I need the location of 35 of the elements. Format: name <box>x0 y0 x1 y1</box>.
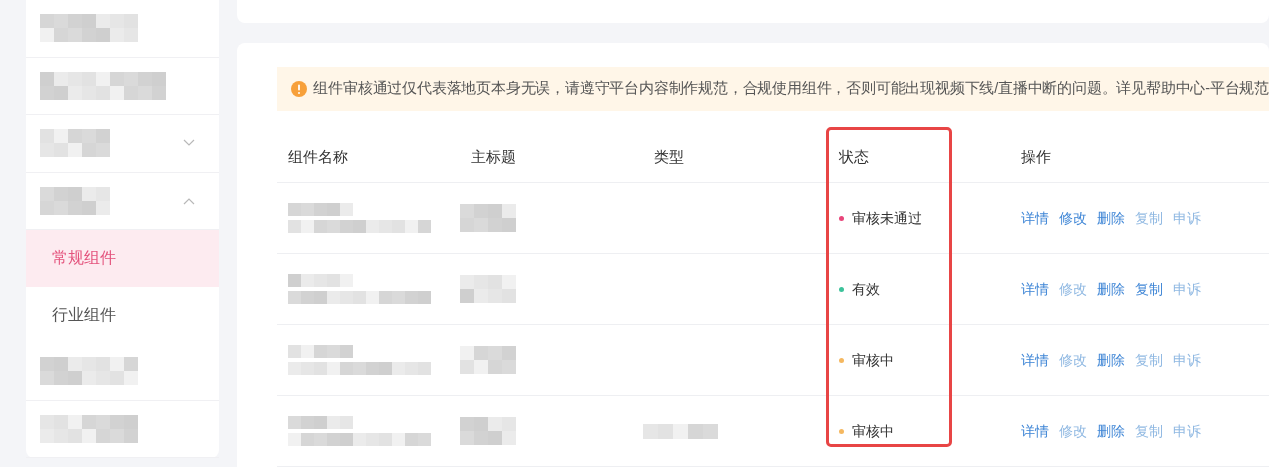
blurred-text <box>288 416 354 429</box>
action-link[interactable]: 修改 <box>1059 207 1088 229</box>
action-link[interactable]: 详情 <box>1021 207 1050 229</box>
chevron-up-icon <box>183 196 196 205</box>
status-text: 审核中 <box>852 421 895 441</box>
blurred-text <box>288 274 354 287</box>
blurred-text <box>460 275 517 303</box>
blurred-text <box>460 204 517 232</box>
column-header: 操作 <box>1021 147 1052 165</box>
warning-icon <box>291 81 308 97</box>
column-header: 组件名称 <box>288 147 349 165</box>
status-text: 审核中 <box>852 350 895 370</box>
blurred-text <box>288 345 354 358</box>
status-text: 审核未通过 <box>852 208 923 228</box>
action-link[interactable]: 详情 <box>1021 420 1050 442</box>
action-link[interactable]: 删除 <box>1097 349 1126 371</box>
action-link[interactable]: 删除 <box>1097 420 1126 442</box>
column-header: 状态 <box>839 147 870 165</box>
blurred-text <box>40 186 110 215</box>
action-link[interactable]: 详情 <box>1021 278 1050 300</box>
notice-text: 组件审核通过仅代表落地页本身无误，请遵守平台内容制作规范，合规使用组件，否则可能出现视频下线/直播中断的问题。详见帮助中心-平台规范 <box>313 79 1269 99</box>
menu-item[interactable]: 行业组件 <box>26 286 220 343</box>
chevron-down-icon <box>183 139 196 148</box>
blurred-text <box>460 417 517 445</box>
action-link[interactable]: 复制 <box>1135 278 1164 300</box>
blurred-text <box>288 203 354 216</box>
action-link[interactable]: 删除 <box>1097 207 1126 229</box>
action-link[interactable]: 详情 <box>1021 349 1050 371</box>
column-header: 类型 <box>654 147 685 165</box>
status-text: 有效 <box>852 279 881 299</box>
blurred-text <box>460 346 517 374</box>
column-header: 主标题 <box>471 147 517 165</box>
action-link[interactable]: 删除 <box>1097 278 1126 300</box>
menu-item[interactable]: 常规组件 <box>26 230 220 287</box>
blurred-text <box>40 129 110 158</box>
